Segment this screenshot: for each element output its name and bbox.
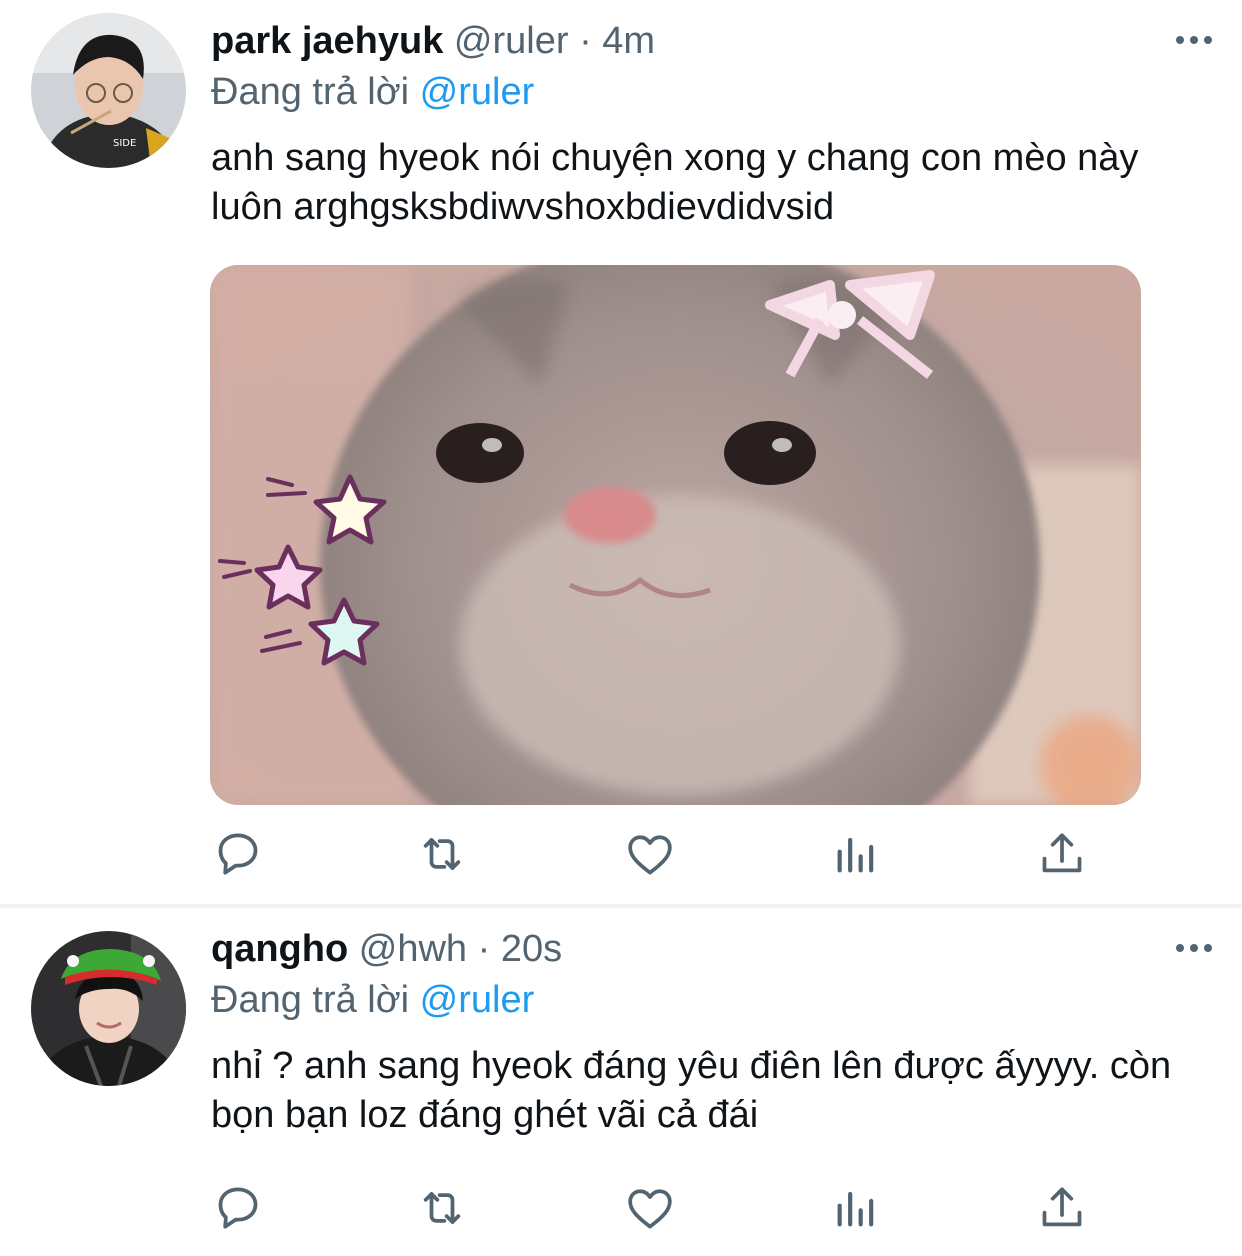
svg-text:SIDE: SIDE	[113, 138, 136, 149]
more-icon[interactable]	[1176, 36, 1212, 46]
retweet-icon[interactable]	[414, 826, 470, 882]
avatar[interactable]	[31, 931, 186, 1086]
tweet-header: park jaehyuk @ruler · 4m	[211, 18, 655, 64]
reply-prefix: Đang trả lời	[211, 71, 410, 113]
reply-icon[interactable]	[210, 1180, 266, 1236]
replying-to: Đang trả lời @ruler	[211, 68, 534, 116]
display-name[interactable]: qangho	[211, 928, 348, 970]
user-handle[interactable]: @hwh	[359, 928, 467, 970]
tweet-header: qangho @hwh · 20s	[211, 926, 562, 972]
heart-icon[interactable]	[622, 1180, 678, 1236]
share-icon[interactable]	[1034, 1180, 1090, 1236]
tweet-text: anh sang hyeok nói chuyện xong y chang c…	[211, 137, 1139, 228]
kitten-photo	[210, 265, 1141, 805]
reply-prefix: Đang trả lời	[211, 979, 410, 1021]
tweet[interactable]: qangho @hwh · 20s Đang trả lời @ruler nh…	[0, 908, 1242, 1256]
more-icon[interactable]	[1176, 944, 1212, 954]
timestamp[interactable]: 4m	[602, 20, 655, 62]
tweet-media-image[interactable]	[210, 265, 1141, 805]
separator-dot: ·	[579, 20, 592, 62]
separator-dot: ·	[477, 928, 491, 970]
reply-mention-link[interactable]: @ruler	[420, 71, 535, 113]
timestamp[interactable]: 20s	[501, 928, 562, 970]
user-handle[interactable]: @ruler	[454, 20, 569, 62]
tweet-text: nhỉ ? anh sang hyeok đáng yêu điên lên đ…	[211, 1045, 1172, 1136]
avatar-image	[31, 931, 186, 1086]
tweet[interactable]: SIDE park jaehyuk @ruler · 4m Đang trả l…	[0, 0, 1242, 905]
stats-icon[interactable]	[828, 826, 884, 882]
display-name[interactable]: park jaehyuk	[211, 20, 443, 62]
replying-to: Đang trả lời @ruler	[211, 976, 534, 1024]
avatar-image: SIDE	[31, 13, 186, 168]
reply-icon[interactable]	[210, 826, 266, 882]
reply-mention-link[interactable]: @ruler	[420, 979, 535, 1021]
retweet-icon[interactable]	[414, 1180, 470, 1236]
share-icon[interactable]	[1034, 826, 1090, 882]
stats-icon[interactable]	[828, 1180, 884, 1236]
heart-icon[interactable]	[622, 826, 678, 882]
avatar[interactable]: SIDE	[31, 13, 186, 168]
